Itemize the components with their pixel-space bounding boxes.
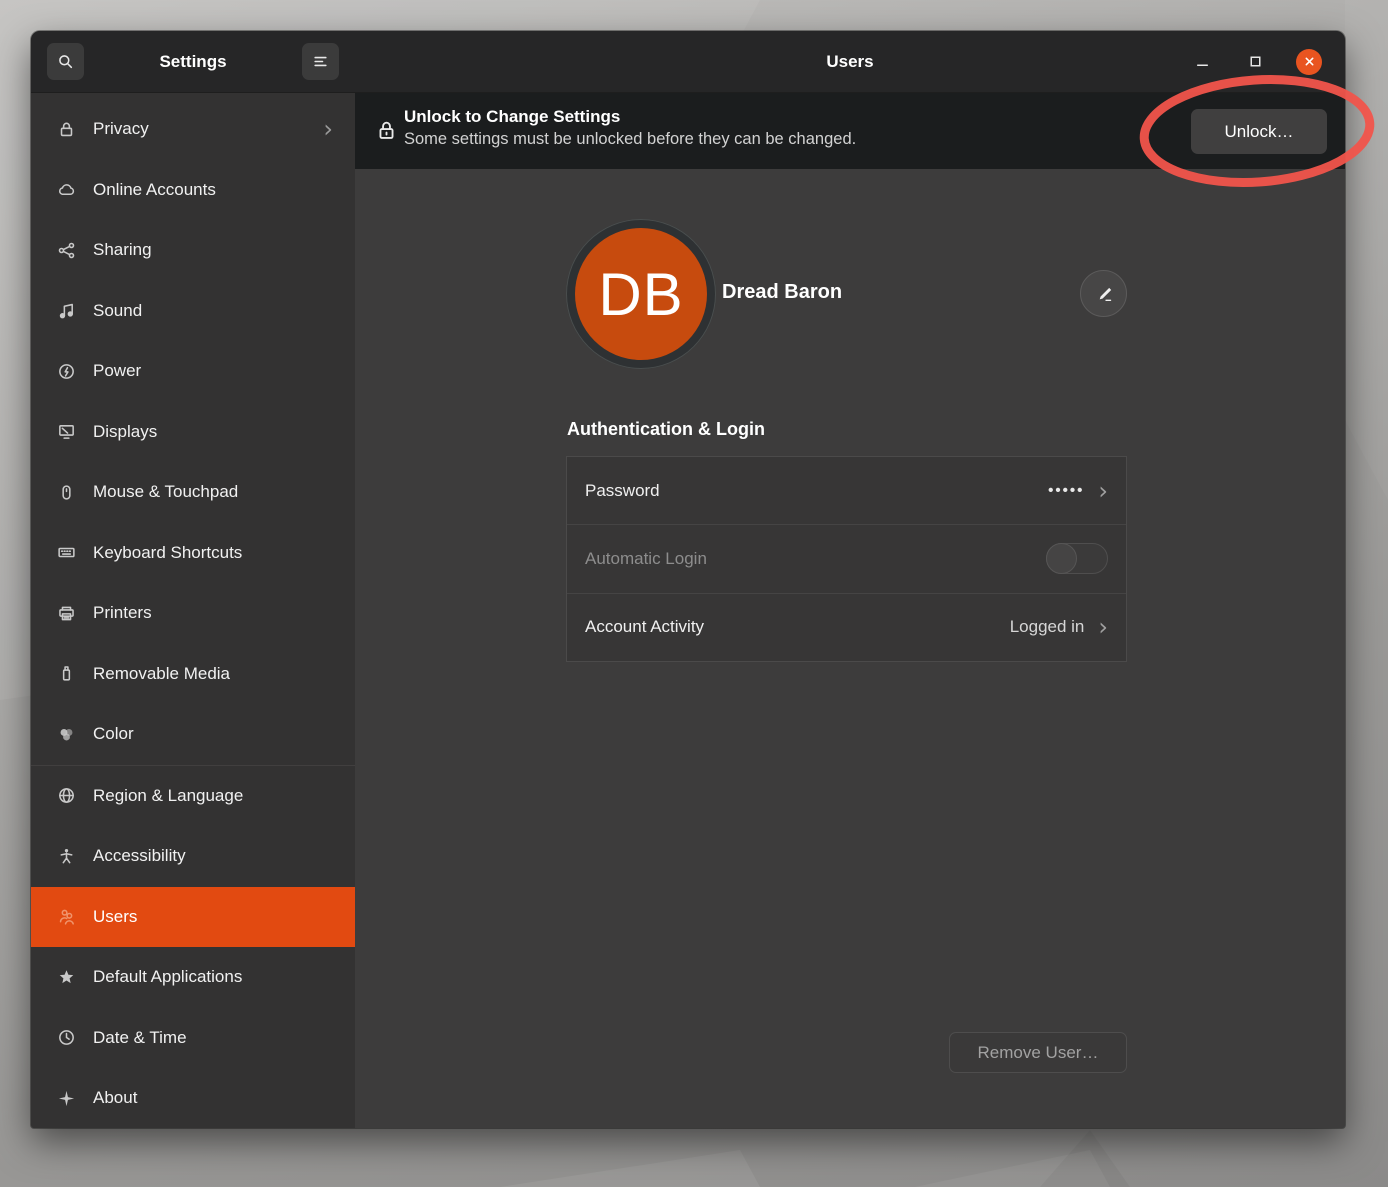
accessibility-icon — [57, 847, 76, 866]
automatic-login-toggle[interactable] — [1046, 543, 1108, 574]
sidebar-item-default-applications[interactable]: Default Applications — [31, 947, 355, 1008]
display-icon — [57, 422, 76, 441]
users-icon — [57, 907, 76, 926]
banner-lock-icon — [375, 119, 398, 142]
remove-user-button[interactable]: Remove User… — [949, 1032, 1127, 1073]
minimize-button[interactable] — [1178, 31, 1226, 92]
cloud-icon — [57, 180, 76, 199]
sidebar-item-mouse-touchpad[interactable]: Mouse & Touchpad — [31, 462, 355, 523]
pencil-icon — [1095, 285, 1113, 303]
share-icon — [57, 241, 76, 260]
banner-title: Unlock to Change Settings — [404, 107, 856, 127]
sparkle-icon — [57, 1089, 76, 1108]
password-label: Password — [585, 481, 1048, 501]
music-note-icon — [57, 301, 76, 320]
sidebar-item-region-language[interactable]: Region & Language — [31, 766, 355, 827]
password-dots: ••••• — [1048, 482, 1084, 499]
automatic-login-row: Automatic Login — [567, 524, 1126, 592]
usb-icon — [57, 664, 76, 683]
sidebar-item-accessibility[interactable]: Accessibility — [31, 826, 355, 887]
close-button[interactable] — [1285, 31, 1333, 92]
auth-section-heading: Authentication & Login — [567, 419, 765, 440]
sidebar-list: Privacy › Online Accounts Sharing Sound … — [31, 93, 355, 1128]
sidebar: Settings Privacy › Online Accounts Shari… — [31, 31, 355, 1128]
sidebar-item-printers[interactable]: Printers — [31, 583, 355, 644]
chevron-right-icon: › — [1098, 615, 1108, 639]
maximize-icon — [1247, 53, 1264, 70]
sidebar-item-date-time[interactable]: Date & Time — [31, 1008, 355, 1069]
sidebar-item-users[interactable]: Users — [31, 887, 355, 948]
sidebar-item-power[interactable]: Power — [31, 341, 355, 402]
account-activity-row[interactable]: Account Activity Logged in › — [567, 593, 1126, 661]
sidebar-item-sound[interactable]: Sound — [31, 281, 355, 342]
printer-icon — [57, 604, 76, 623]
star-icon — [57, 968, 76, 987]
sidebar-item-about[interactable]: About — [31, 1068, 355, 1128]
auth-card: Password ••••• › Automatic Login Account… — [566, 456, 1127, 662]
banner-subtitle: Some settings must be unlocked before th… — [404, 130, 856, 149]
close-icon — [1302, 54, 1317, 69]
lock-icon — [57, 120, 76, 139]
sidebar-header: Settings — [31, 31, 355, 93]
menu-button[interactable] — [302, 43, 339, 80]
user-fullname: Dread Baron — [722, 281, 842, 304]
edit-name-button[interactable] — [1080, 270, 1127, 317]
chevron-right-icon: › — [1098, 479, 1108, 503]
titlebar[interactable]: Users — [355, 31, 1345, 93]
sidebar-item-removable-media[interactable]: Removable Media — [31, 644, 355, 705]
keyboard-icon — [57, 543, 76, 562]
clock-icon — [57, 1028, 76, 1047]
automatic-login-label: Automatic Login — [585, 549, 1046, 569]
maximize-button[interactable] — [1231, 31, 1279, 92]
banner-text: Unlock to Change Settings Some settings … — [404, 107, 856, 149]
hamburger-icon — [311, 52, 330, 71]
globe-icon — [57, 786, 76, 805]
avatar-initials: DB — [575, 228, 707, 360]
account-activity-value: Logged in — [1010, 617, 1085, 637]
content-pane: Users Unlock to Change Settings Some set… — [355, 31, 1345, 1128]
sidebar-item-privacy[interactable]: Privacy › — [31, 99, 355, 160]
sidebar-item-color[interactable]: Color — [31, 704, 355, 765]
minimize-icon — [1194, 53, 1211, 70]
toggle-knob — [1046, 543, 1077, 574]
power-icon — [57, 362, 76, 381]
unlock-banner: Unlock to Change Settings Some settings … — [355, 93, 1345, 169]
password-row[interactable]: Password ••••• › — [567, 457, 1126, 524]
unlock-button[interactable]: Unlock… — [1191, 109, 1327, 154]
sidebar-item-online-accounts[interactable]: Online Accounts — [31, 160, 355, 221]
settings-window: Settings Privacy › Online Accounts Shari… — [31, 31, 1345, 1128]
mouse-icon — [57, 483, 76, 502]
user-avatar[interactable]: DB — [566, 219, 716, 369]
account-activity-label: Account Activity — [585, 617, 1010, 637]
sidebar-item-sharing[interactable]: Sharing — [31, 220, 355, 281]
sidebar-item-displays[interactable]: Displays — [31, 402, 355, 463]
color-icon — [57, 725, 76, 744]
chevron-right-icon: › — [323, 117, 333, 141]
sidebar-item-keyboard-shortcuts[interactable]: Keyboard Shortcuts — [31, 523, 355, 584]
users-panel: DB Dread Baron Authentication & Login Pa… — [355, 169, 1345, 1128]
